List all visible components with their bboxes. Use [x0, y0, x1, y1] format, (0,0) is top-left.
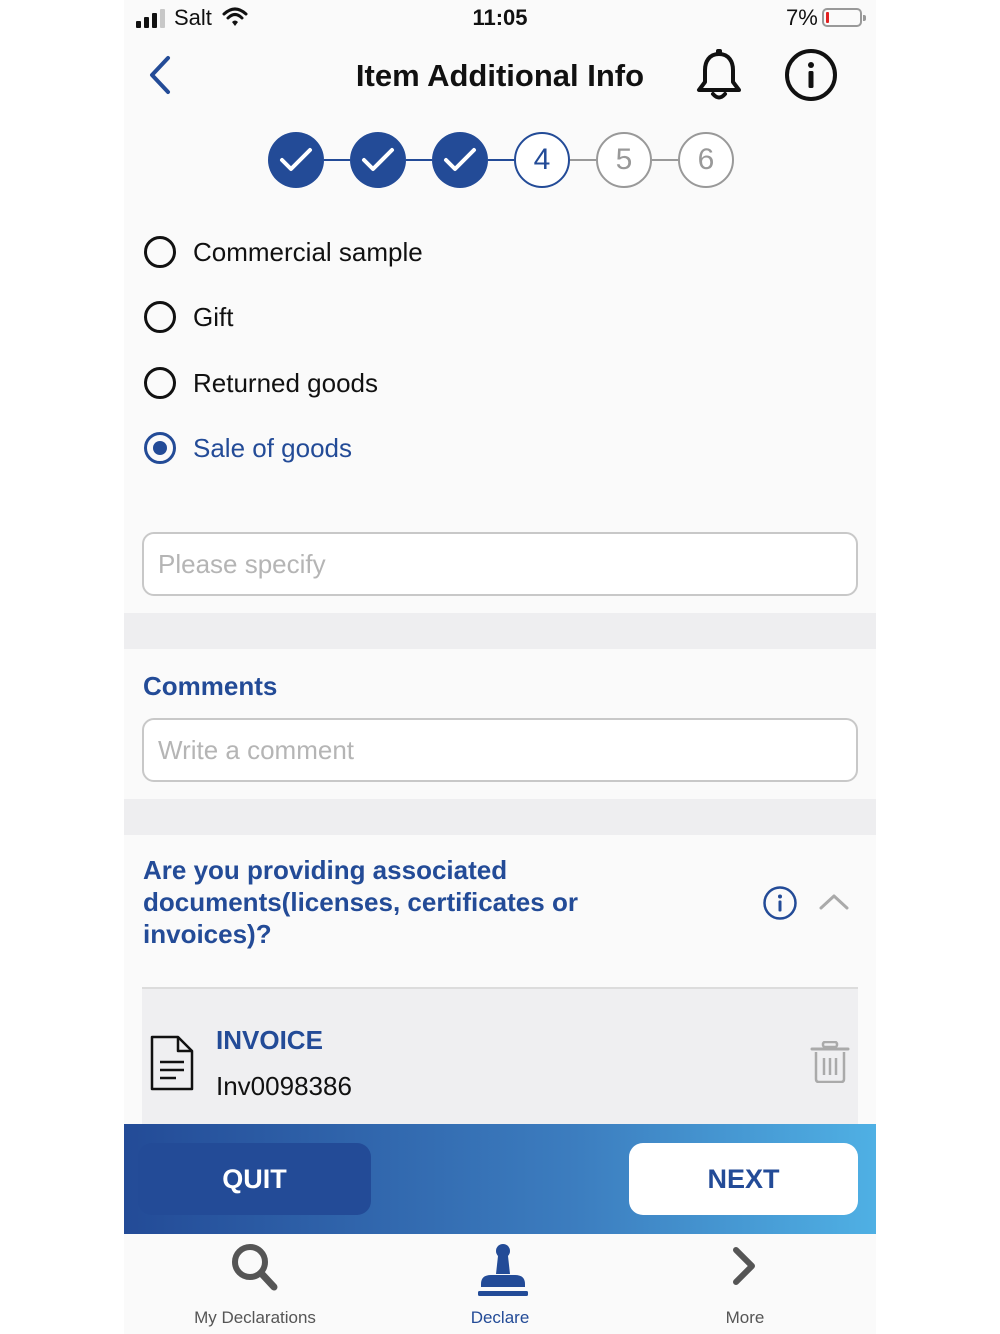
option-gift[interactable]: Gift — [144, 297, 233, 337]
check-icon — [280, 148, 312, 171]
check-icon — [362, 148, 394, 171]
comment-input[interactable] — [142, 718, 858, 782]
action-bar: QUIT NEXT — [124, 1124, 876, 1234]
document-icon — [150, 1035, 194, 1091]
option-returned-goods[interactable]: Returned goods — [144, 363, 378, 403]
radio-unselected[interactable] — [144, 236, 176, 268]
comments-title: Comments — [143, 671, 278, 701]
option-label: Returned goods — [193, 367, 379, 398]
quit-button[interactable]: QUIT — [138, 1143, 371, 1215]
section-divider — [124, 613, 876, 649]
step-3-done — [432, 132, 488, 188]
tab-my-declarations[interactable]: My Declarations — [130, 1234, 380, 1334]
option-label: Gift — [193, 301, 234, 332]
app-screen: Salt 11:05 7% Item Additional Info 4 5 6… — [124, 0, 876, 1334]
radio-selected[interactable] — [144, 432, 176, 464]
battery-icon — [822, 8, 866, 27]
option-label: Sale of goods — [193, 432, 353, 463]
progress-stepper: 4 5 6 — [268, 132, 734, 188]
section-divider — [124, 799, 876, 835]
trash-icon[interactable] — [810, 1041, 850, 1083]
document-number: Inv0098386 — [216, 1071, 352, 1101]
tab-label: More — [725, 1308, 765, 1327]
check-icon — [444, 148, 476, 171]
status-bar: Salt 11:05 7% — [124, 0, 876, 36]
chevron-right-icon — [733, 1247, 755, 1285]
info-icon[interactable] — [784, 48, 838, 102]
battery-percent: 7% — [786, 5, 818, 30]
step-1-done — [268, 132, 324, 188]
step-6: 6 — [678, 132, 734, 188]
chevron-up-icon[interactable] — [818, 888, 850, 916]
bell-icon[interactable] — [694, 48, 744, 102]
tab-declare[interactable]: Declare — [375, 1234, 625, 1334]
next-button[interactable]: NEXT — [629, 1143, 858, 1215]
option-sale-of-goods[interactable]: Sale of goods — [144, 428, 352, 468]
tab-more[interactable]: More — [620, 1234, 870, 1334]
document-type: INVOICE — [216, 1025, 323, 1055]
tab-label: Declare — [470, 1308, 530, 1327]
document-card[interactable]: INVOICE Inv0098386 — [142, 987, 858, 1127]
specify-input[interactable] — [142, 532, 858, 596]
radio-unselected[interactable] — [144, 367, 176, 399]
documents-question: Are you providing associated documents(l… — [143, 855, 578, 949]
option-label: Commercial sample — [193, 236, 423, 267]
radio-unselected[interactable] — [144, 301, 176, 333]
info-icon[interactable] — [762, 885, 798, 921]
step-5: 5 — [596, 132, 652, 188]
option-commercial-sample[interactable]: Commercial sample — [144, 232, 423, 272]
stamp-icon — [478, 1244, 528, 1296]
status-time: 11:05 — [472, 5, 528, 30]
search-icon — [232, 1244, 278, 1291]
tab-label: My Declarations — [194, 1308, 316, 1327]
step-4-current: 4 — [514, 132, 570, 188]
tab-bar: My Declarations Declare More — [124, 1234, 876, 1334]
step-2-done — [350, 132, 406, 188]
page-title: Item Additional Info — [355, 58, 645, 93]
